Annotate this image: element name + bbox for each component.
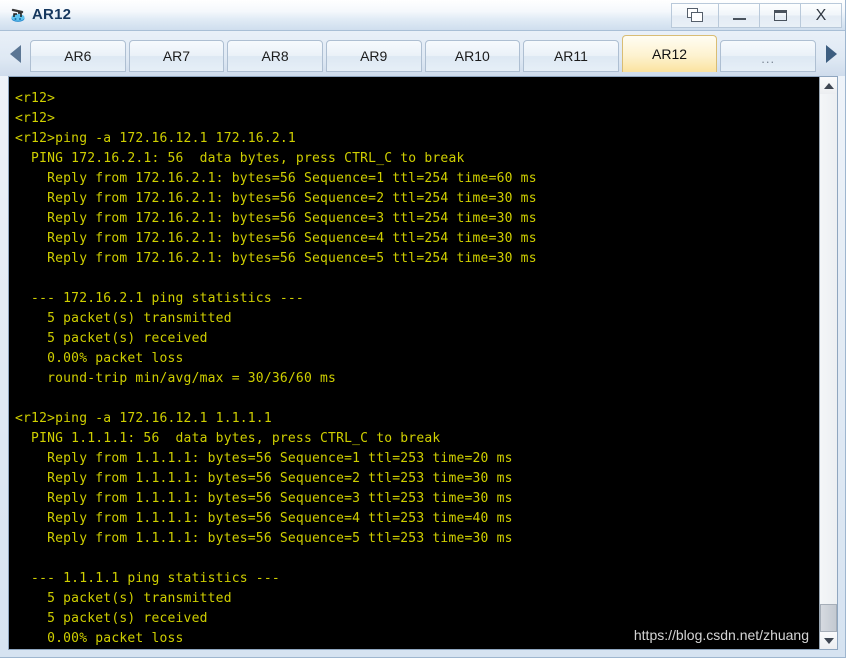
maximize-button[interactable] (760, 3, 801, 28)
chevron-up-icon (823, 82, 834, 89)
scroll-up-button[interactable] (820, 77, 837, 94)
console-output[interactable]: <r12> <r12> <r12>ping -a 172.16.12.1 172.1… (9, 77, 819, 649)
restore-button[interactable] (671, 3, 719, 28)
tab-ar12[interactable]: AR12 (621, 35, 718, 72)
tab-label: AR8 (261, 48, 289, 64)
tab-ar7[interactable]: AR7 (128, 40, 225, 72)
console-line: 5 packet(s) received (15, 611, 208, 626)
tab-ar11[interactable]: AR11 (523, 40, 619, 72)
scrollbar-thumb[interactable] (820, 604, 837, 632)
console-line: <r12> (15, 111, 56, 126)
tab-ar6[interactable]: AR6 (30, 40, 126, 72)
router-device-icon (9, 6, 27, 24)
console-line: Reply from 172.16.2.1: bytes=56 Sequence… (15, 251, 537, 266)
console-line: Reply from 172.16.2.1: bytes=56 Sequence… (15, 191, 537, 206)
minimize-icon (732, 18, 746, 20)
tab-label: ... (761, 51, 776, 66)
tab-bar: AR6 AR7 AR8 AR9 AR10 AR11 AR12 ... (0, 31, 845, 76)
tab-scroll-right-button[interactable] (816, 35, 845, 73)
window-title: AR12 (32, 6, 72, 23)
tab-label: AR11 (553, 48, 588, 64)
console-line: 5 packet(s) transmitted (15, 591, 232, 606)
title-bar: AR12 X (0, 0, 845, 31)
console-line: Reply from 172.16.2.1: bytes=56 Sequence… (15, 231, 537, 246)
console-panel[interactable]: <r12> <r12> <r12>ping -a 172.16.12.1 172.1… (8, 76, 838, 650)
tab-ar10[interactable]: AR10 (424, 40, 521, 72)
tab-label: AR9 (360, 48, 388, 64)
console-line: <r12>ping -a 172.16.12.1 172.16.2.1 (15, 131, 296, 146)
console-line: --- 1.1.1.1 ping statistics --- (15, 571, 280, 586)
console-line: Reply from 172.16.2.1: bytes=56 Sequence… (15, 211, 537, 226)
console-line: <r12>ping -a 172.16.12.1 1.1.1.1 (15, 411, 272, 426)
chevron-right-icon (825, 45, 837, 63)
console-line: Reply from 1.1.1.1: bytes=56 Sequence=5 … (15, 531, 513, 546)
console-line: <r12> (15, 91, 56, 106)
tab-ar9[interactable]: AR9 (325, 40, 422, 72)
console-line: 0.00% packet loss (15, 351, 184, 366)
scroll-down-button[interactable] (820, 632, 837, 649)
restore-windows-icon (686, 8, 704, 23)
tab-ar8[interactable]: AR8 (227, 40, 323, 72)
device-console-window: AR12 X AR6 AR7 AR8 AR9 AR10 AR11 AR12 ..… (0, 0, 846, 658)
console-line: round-trip min/avg/max = 30/36/60 ms (15, 371, 337, 386)
close-icon: X (815, 6, 827, 24)
console-vertical-scrollbar[interactable] (819, 77, 837, 649)
tab-label: AR10 (454, 48, 490, 64)
console-line: 5 packet(s) transmitted (15, 311, 232, 326)
console-line: Reply from 172.16.2.1: bytes=56 Sequence… (15, 171, 537, 186)
console-line: Reply from 1.1.1.1: bytes=56 Sequence=3 … (15, 491, 513, 506)
console-line: 0.00% packet loss (15, 631, 184, 646)
console-line: --- 172.16.2.1 ping statistics --- (15, 291, 304, 306)
chevron-down-icon (823, 637, 834, 644)
tab-overflow-more[interactable]: ... (720, 40, 816, 72)
console-line: Reply from 1.1.1.1: bytes=56 Sequence=2 … (15, 471, 513, 486)
maximize-icon (773, 10, 787, 21)
tab-label: AR7 (162, 48, 191, 64)
console-line: Reply from 1.1.1.1: bytes=56 Sequence=4 … (15, 511, 513, 526)
tab-label: AR12 (652, 46, 688, 62)
tab-scroll-left-button[interactable] (0, 35, 30, 73)
close-button[interactable]: X (801, 3, 842, 28)
console-line: PING 172.16.2.1: 56 data bytes, press CT… (15, 151, 465, 166)
chevron-left-icon (9, 45, 21, 63)
console-line: 5 packet(s) received (15, 331, 208, 346)
window-controls: X (671, 2, 842, 29)
tab-label: AR6 (64, 48, 92, 64)
tab-list: AR6 AR7 AR8 AR9 AR10 AR11 AR12 ... (30, 35, 816, 76)
minimize-button[interactable] (719, 3, 760, 28)
console-line: Reply from 1.1.1.1: bytes=56 Sequence=1 … (15, 451, 513, 466)
console-line: PING 1.1.1.1: 56 data bytes, press CTRL_… (15, 431, 441, 446)
